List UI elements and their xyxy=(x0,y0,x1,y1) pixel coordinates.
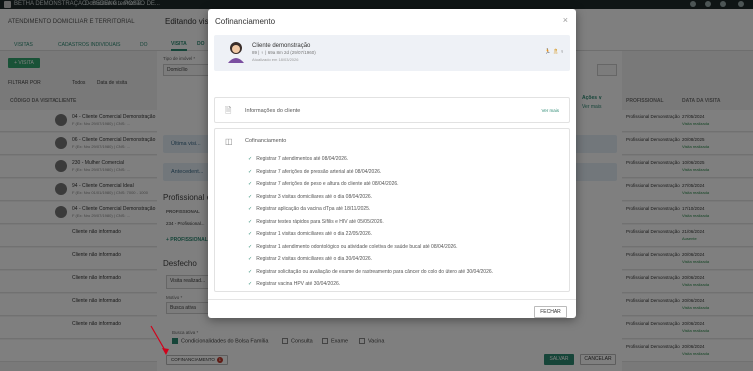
client-info-card[interactable]: 🗎 Informações do cliente Ver mais xyxy=(214,97,570,123)
cofinanciamento-card: ◫ Cofinanciamento ✓ Registrar 7 atendimen… xyxy=(214,128,570,292)
check-icon: ✓ xyxy=(248,231,253,237)
goal-item: ✓ Registrar aplicação da vacina dTpa até … xyxy=(248,206,370,212)
cofinanciamento-modal: Cofinanciamento × Cliente demonstração 8… xyxy=(208,9,576,318)
goal-item: ✓ Registrar 1 atendimento odontológico ou… xyxy=(248,244,457,250)
footer-divider xyxy=(208,299,576,300)
ver-mais-link[interactable]: Ver mais xyxy=(541,108,559,113)
check-icon: ✓ xyxy=(248,218,253,225)
goal-item: ✓ Registrar 3 visitas domiciliares até o … xyxy=(248,194,372,200)
check-icon: ✓ xyxy=(248,193,253,200)
person-icon: ♀ xyxy=(560,49,564,55)
goal-text: Registrar 1 atendimento odontológico ou … xyxy=(256,243,458,250)
goal-text: Registrar 7 aferições de peso e altura d… xyxy=(256,181,399,187)
check-icon: ✓ xyxy=(248,181,253,187)
client-info-title: Informações do cliente xyxy=(245,108,301,114)
patient-avatar-icon xyxy=(228,42,244,63)
layers-icon: ◫ xyxy=(225,137,233,146)
check-icon: ✓ xyxy=(248,243,253,250)
check-icon: ✓ xyxy=(248,168,253,175)
goal-item: ✓ Registrar 2 visitas domiciliares até o … xyxy=(248,256,372,262)
goal-item: ✓ Registrar solicitação ou avaliação de e… xyxy=(248,269,493,275)
goal-text: Registrar 3 visitas domiciliares até o d… xyxy=(256,193,373,200)
patient-details: 89 | ♀ | 69a 8m 2d (29/07/1960) xyxy=(252,50,316,55)
goal-item: ✓ Registrar 1 visitas domiciliares até o … xyxy=(248,231,372,237)
goal-item: ✓ Registrar 7 atendimentos até 08/04/2026… xyxy=(248,156,348,162)
patient-updated: Atualizado em 18/03/2026 xyxy=(252,57,299,62)
patient-name: Cliente demonstração xyxy=(252,43,311,49)
goal-text: Registrar 2 visitas domiciliares até o d… xyxy=(256,256,373,262)
ribbon-icon: 🎗 xyxy=(552,49,559,55)
goal-item: ✓ Registrar 7 aferições de peso e altura … xyxy=(248,181,399,187)
goal-item: ✓ Registrar vacina HPV até 30/04/2026. xyxy=(248,281,340,287)
patient-card: Cliente demonstração 89 | ♀ | 69a 8m 2d … xyxy=(214,35,570,71)
check-icon: ✓ xyxy=(248,256,253,262)
patient-status-icons: 🏃 🎗 ♀ xyxy=(545,49,564,55)
modal-title: Cofinanciamento xyxy=(215,17,276,26)
goal-item: ✓ Registrar 7 aferições de pressão arteri… xyxy=(248,169,381,175)
check-icon: ✓ xyxy=(248,268,253,275)
goal-text: Registrar 1 visitas domiciliares até o d… xyxy=(256,231,373,237)
close-icon[interactable]: × xyxy=(563,15,568,25)
close-button[interactable]: FECHAR xyxy=(534,306,567,318)
document-icon: 🗎 xyxy=(225,106,232,115)
goal-text: Registrar vacina HPV até 30/04/2026. xyxy=(256,281,341,287)
goal-text: Registrar solicitação ou avaliação de ex… xyxy=(256,268,494,275)
goal-text: Registrar 7 aferições de pressão arteria… xyxy=(256,168,382,175)
goal-item: ✓ Registrar testes rápidos para Sífilis e… xyxy=(248,219,384,225)
check-icon: ✓ xyxy=(248,281,253,287)
goal-text: Registrar aplicação da vacina dTpa até 1… xyxy=(256,206,371,212)
goal-text: Registrar testes rápidos para Sífilis e … xyxy=(256,218,384,225)
cofinanciamento-card-title: Cofinanciamento xyxy=(245,138,287,144)
check-icon: ✓ xyxy=(248,156,253,162)
goal-text: Registrar 7 atendimentos até 08/04/2026. xyxy=(256,156,349,162)
running-icon: 🏃 xyxy=(544,49,552,55)
check-icon: ✓ xyxy=(248,206,253,212)
